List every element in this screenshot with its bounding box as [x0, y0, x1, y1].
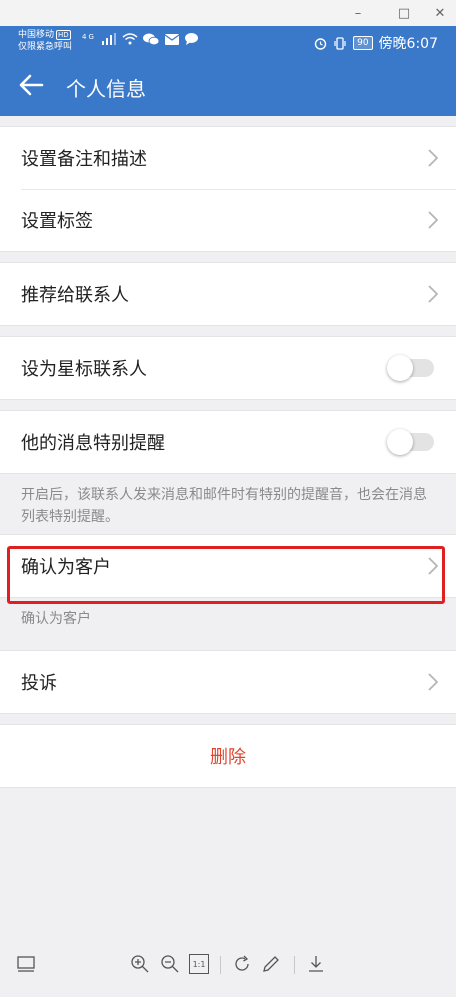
toggle-knob [387, 429, 413, 455]
star-contact-label: 设为星标联系人 [21, 359, 147, 380]
maximize-button[interactable]: □ [392, 2, 416, 24]
window-titlebar: – □ ✕ [0, 0, 456, 26]
group-star: 设为星标联系人 [0, 336, 456, 400]
vibrate-icon [334, 36, 346, 50]
group-remark-tags: 设置备注和描述 设置标签 [0, 126, 456, 252]
battery-level: 90 [353, 36, 373, 50]
special-alert-note: 开启后，该联系人发来消息和邮件时有特别的提醒音，也会在消息列表特别提醒。 [21, 487, 427, 525]
star-contact-toggle[interactable] [387, 355, 434, 381]
hd-badge: HD [56, 30, 71, 40]
alarm-icon [314, 37, 327, 50]
toolbar-divider [294, 956, 295, 974]
toggle-knob [387, 355, 413, 381]
rotate-icon[interactable] [232, 954, 252, 974]
set-remark-label: 设置备注和描述 [21, 149, 147, 170]
contact-settings: 设置备注和描述 设置标签 推荐给联系人 设为星标联系人 他的消息特别提醒 开启后… [0, 116, 456, 788]
status-time: 傍晚6:07 [378, 36, 438, 52]
mail-icon [164, 34, 180, 45]
download-icon[interactable] [306, 954, 326, 974]
close-button[interactable]: ✕ [428, 2, 452, 24]
set-tags-label: 设置标签 [21, 211, 93, 232]
group-recommend: 推荐给联系人 [0, 262, 456, 326]
toolbar-divider [220, 956, 221, 974]
zoom-out-icon[interactable] [160, 954, 180, 974]
emergency-only-text: 仅限紧急呼叫 [18, 42, 73, 52]
special-alert-toggle[interactable] [387, 429, 434, 455]
page-title: 个人信息 [66, 77, 146, 101]
edit-icon[interactable] [261, 954, 281, 974]
chevron-right-icon [428, 673, 438, 691]
recommend-row[interactable]: 推荐给联系人 [0, 263, 456, 325]
status-right: 90 傍晚6:07 [314, 33, 438, 53]
complain-row[interactable]: 投诉 [0, 651, 456, 713]
special-alert-row: 他的消息特别提醒 [0, 411, 456, 473]
chevron-right-icon [428, 285, 438, 303]
wifi-icon [122, 33, 138, 45]
star-contact-row: 设为星标联系人 [0, 337, 456, 399]
viewer-toolbar: 1:1 [0, 940, 456, 990]
group-complain: 投诉 [0, 650, 456, 714]
chevron-right-icon [428, 211, 438, 229]
set-remark-row[interactable]: 设置备注和描述 [0, 127, 456, 189]
special-alert-label: 他的消息特别提醒 [21, 433, 165, 454]
carrier-info: 中国移动 HD 仅限紧急呼叫 [18, 29, 72, 53]
chevron-right-icon [428, 149, 438, 167]
thumbnail-icon[interactable] [16, 954, 36, 974]
status-bar: 中国移动 HD 仅限紧急呼叫 4G 90 傍晚6:07 [0, 26, 456, 58]
confirm-customer-note: 确认为客户 [21, 611, 91, 627]
wechat-icon [143, 33, 160, 46]
delete-button[interactable]: 删除 [0, 725, 456, 787]
group-special-alert: 他的消息特别提醒 [0, 410, 456, 474]
carrier-name: 中国移动 [18, 30, 55, 40]
app-bar: 个人信息 [0, 58, 456, 116]
recommend-label: 推荐给联系人 [21, 285, 129, 306]
highlight-box [7, 546, 445, 604]
complain-label: 投诉 [21, 673, 57, 694]
back-arrow-icon[interactable] [18, 72, 44, 98]
minimize-button[interactable]: – [346, 2, 370, 24]
signal-icon [101, 33, 116, 45]
message-icon [185, 33, 199, 45]
actual-size-icon[interactable]: 1:1 [189, 954, 209, 974]
network-type: 4G [82, 33, 96, 41]
status-icons: 4G [82, 33, 199, 48]
set-tags-row[interactable]: 设置标签 [0, 189, 456, 251]
group-delete: 删除 [0, 724, 456, 788]
zoom-in-icon[interactable] [130, 954, 150, 974]
